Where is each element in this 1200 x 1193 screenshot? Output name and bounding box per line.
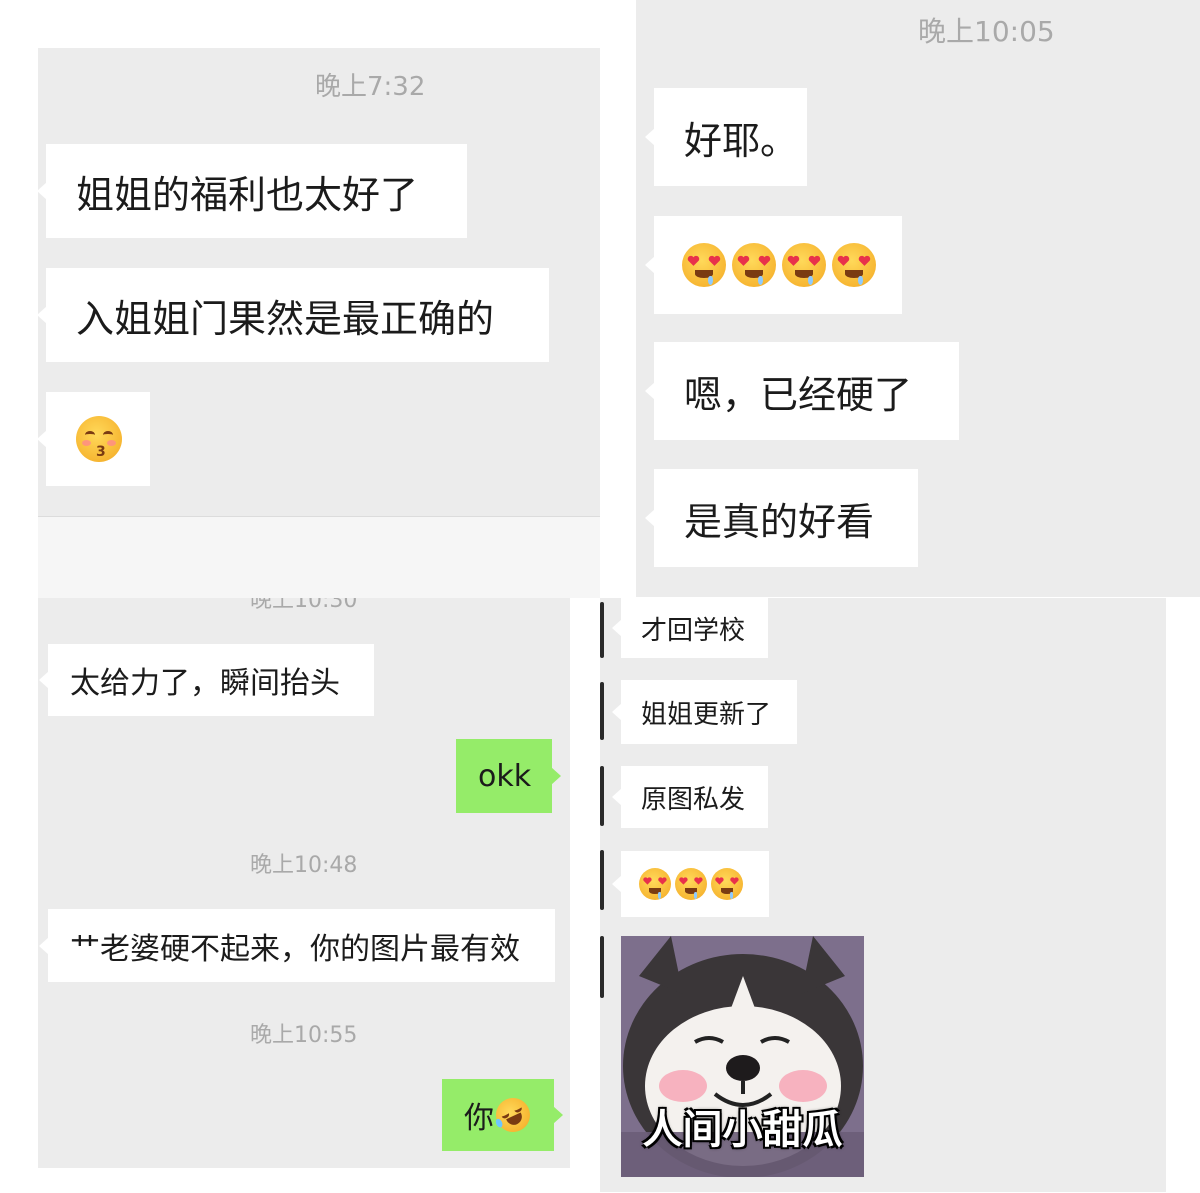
message-bubble[interactable] [645, 216, 902, 314]
timestamp: 晚上7:32 [315, 72, 426, 102]
message-bubble[interactable]: 原图私发 [612, 766, 768, 828]
message-bubble[interactable]: 姐姐更新了 [612, 680, 797, 744]
avatar-edge [600, 602, 604, 658]
message-bubble[interactable]: 是真的好看 [645, 469, 918, 567]
heart-eyes-drool-emoji [711, 868, 743, 900]
timestamp-partial: 晚上10:30 [250, 598, 358, 613]
message-text: 姐姐更新了 [641, 699, 772, 730]
message-bubble[interactable]: 嗯，已经硬了 [645, 342, 959, 440]
smiling-husky-sticker[interactable]: 人间小甜瓜 [621, 936, 864, 1177]
message-text: 姐姐的福利也太好了 [76, 172, 419, 217]
sticker-caption: 人间小甜瓜 [642, 1107, 843, 1153]
message-text: 你 [464, 1101, 494, 1136]
avatar-edge [600, 850, 604, 910]
message-bubble[interactable]: 入姐姐门果然是最正确的 [38, 268, 549, 362]
message-text: 原图私发 [641, 784, 746, 815]
message-text: 太给力了，瞬间抬头 [70, 666, 340, 701]
rolling-laughing-emoji [490, 1092, 536, 1138]
kissing-face-emoji: 3 [76, 416, 122, 462]
chat-panel-3: 晚上10:30 太给力了，瞬间抬头 okk 晚上10:48 艹老婆硬不起来，你的… [38, 598, 570, 1168]
avatar-edge [600, 936, 604, 998]
input-bar-strip [38, 517, 600, 598]
message-bubble-sent[interactable]: okk [456, 739, 561, 813]
message-text: 好耶。 [684, 118, 799, 163]
message-bubble[interactable]: 3 [38, 392, 150, 486]
timestamp: 晚上10:05 [918, 15, 1055, 48]
heart-eyes-drool-emoji [732, 243, 776, 287]
message-text: 艹老婆硬不起来，你的图片最有效 [70, 931, 520, 967]
message-text: 是真的好看 [684, 499, 875, 544]
avatar-edge [600, 682, 604, 740]
message-bubble[interactable]: 才回学校 [612, 598, 768, 658]
heart-eyes-drool-emoji [832, 243, 876, 287]
message-text: 才回学校 [641, 615, 746, 646]
heart-eyes-drool-emoji [782, 243, 826, 287]
heart-eyes-drool-emoji [675, 868, 707, 900]
message-bubble-sent[interactable]: 你 [442, 1079, 563, 1151]
avatar-edge [600, 766, 604, 826]
message-text: 嗯，已经硬了 [684, 372, 913, 417]
chat-panel-2: 晚上10:05 好耶。 嗯，已经硬了 是真的好看 [636, 0, 1200, 597]
message-bubble[interactable]: 艹老婆硬不起来，你的图片最有效 [39, 909, 555, 982]
chat-panel-1: 晚上7:32 姐姐的福利也太好了 入姐姐门果然是最正确的 3 [38, 48, 600, 598]
heart-eyes-drool-emoji [682, 243, 726, 287]
message-text: okk [478, 758, 532, 794]
message-bubble[interactable] [612, 851, 769, 917]
timestamp: 晚上10:55 [250, 1023, 358, 1048]
chat-panel-4: 才回学校 姐姐更新了 原图私发 人间小甜瓜 [600, 598, 1166, 1192]
message-bubble[interactable]: 好耶。 [645, 88, 807, 186]
message-bubble[interactable]: 姐姐的福利也太好了 [38, 144, 467, 238]
message-text: 入姐姐门果然是最正确的 [76, 296, 495, 341]
timestamp: 晚上10:48 [250, 853, 358, 878]
heart-eyes-drool-emoji [639, 868, 671, 900]
message-bubble[interactable]: 太给力了，瞬间抬头 [39, 644, 374, 716]
